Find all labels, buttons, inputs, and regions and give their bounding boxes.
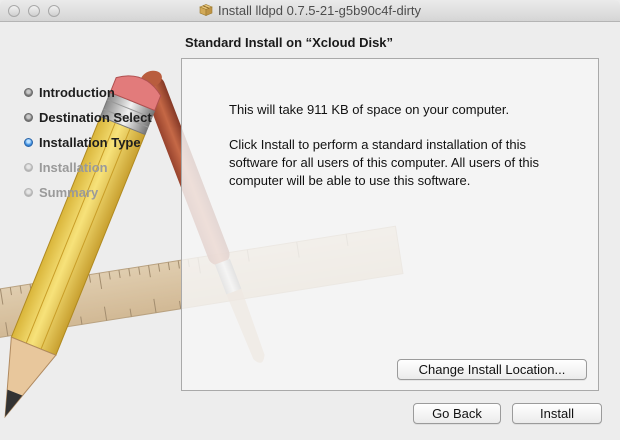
package-icon bbox=[199, 4, 213, 16]
step-bullet-active-icon bbox=[24, 138, 33, 147]
change-install-location-button[interactable]: Change Install Location... bbox=[397, 359, 587, 380]
step-label: Installation bbox=[39, 160, 108, 175]
page-subtitle: Standard Install on “Xcloud Disk” bbox=[185, 35, 394, 50]
step-summary: Summary bbox=[24, 180, 152, 205]
step-label: Introduction bbox=[39, 85, 115, 100]
step-bullet-icon bbox=[24, 188, 33, 197]
step-label: Destination Select bbox=[39, 110, 152, 125]
step-installation: Installation bbox=[24, 155, 152, 180]
step-destination-select: Destination Select bbox=[24, 105, 152, 130]
step-bullet-icon bbox=[24, 163, 33, 172]
step-bullet-icon bbox=[24, 113, 33, 122]
step-bullet-icon bbox=[24, 88, 33, 97]
space-required-text: This will take 911 KB of space on your c… bbox=[229, 102, 510, 117]
step-introduction: Introduction bbox=[24, 80, 152, 105]
step-label: Summary bbox=[39, 185, 99, 200]
installer-window: Install lldpd 0.7.5-21-g5b90c4f-dirty St… bbox=[0, 0, 620, 440]
step-installation-type: Installation Type bbox=[24, 130, 152, 155]
install-button[interactable]: Install bbox=[512, 403, 602, 424]
window-title: Install lldpd 0.7.5-21-g5b90c4f-dirty bbox=[217, 3, 422, 18]
install-description-text: Click Install to perform a standard inst… bbox=[229, 137, 539, 188]
window-title-group: Install lldpd 0.7.5-21-g5b90c4f-dirty bbox=[0, 3, 620, 18]
title-bar: Install lldpd 0.7.5-21-g5b90c4f-dirty bbox=[0, 0, 620, 22]
go-back-button[interactable]: Go Back bbox=[413, 403, 501, 424]
installation-steps: Introduction Destination Select Installa… bbox=[24, 80, 152, 205]
content-panel: This will take 911 KB of space on your c… bbox=[181, 58, 599, 391]
step-label: Installation Type bbox=[39, 135, 141, 150]
